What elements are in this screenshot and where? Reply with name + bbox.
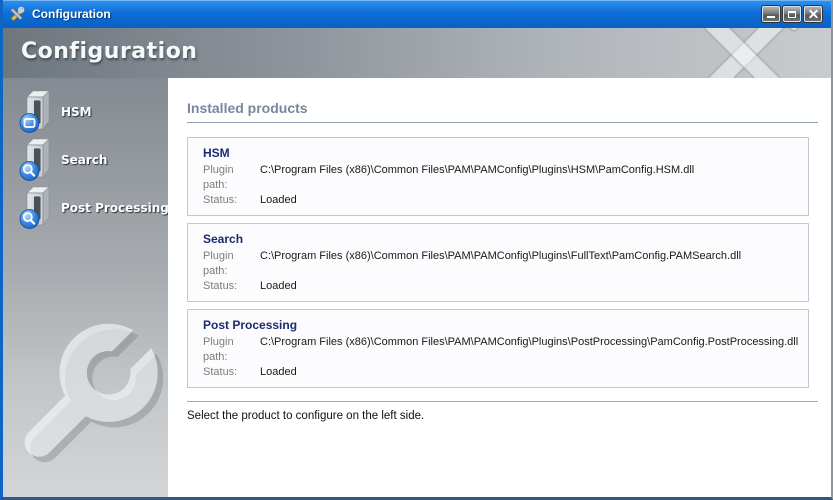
plugin-path-value: C:\Program Files (x86)\Common Files\PAM\…: [260, 335, 798, 365]
crossed-tools-watermark-icon: [669, 28, 819, 78]
window-title: Configuration: [32, 7, 111, 21]
titlebar[interactable]: Configuration: [3, 0, 831, 28]
heading-divider: [187, 122, 818, 123]
server-with-magnifier-badge-icon: [18, 186, 54, 230]
maximize-button[interactable]: [783, 6, 801, 22]
sidebar: HSM Search: [3, 78, 168, 497]
plugin-path-value: C:\Program Files (x86)\Common Files\PAM\…: [260, 163, 694, 193]
server-with-magnifier-badge-icon: [18, 138, 54, 182]
minimize-icon: [767, 16, 775, 18]
page-title: Configuration: [21, 39, 197, 64]
sidebar-item-search[interactable]: Search: [3, 136, 168, 184]
close-button[interactable]: [804, 6, 822, 22]
installed-products-heading: Installed products: [187, 100, 823, 116]
wrench-watermark-icon: [3, 311, 168, 497]
header-banner: Configuration: [3, 28, 831, 78]
plugin-path-value: C:\Program Files (x86)\Common Files\PAM\…: [260, 249, 741, 279]
sidebar-item-label: Search: [61, 153, 107, 167]
sidebar-item-hsm[interactable]: HSM: [3, 88, 168, 136]
plugin-path-label: Plugin path:: [203, 335, 260, 365]
footer-hint: Select the product to configure on the l…: [187, 410, 823, 422]
status-value: Loaded: [260, 365, 297, 380]
product-card-search: Search Plugin path: C:\Program Files (x8…: [187, 223, 809, 302]
sidebar-item-post-processing[interactable]: Post Processing: [3, 184, 168, 232]
crossed-tools-icon: [8, 6, 25, 23]
sidebar-item-label: HSM: [61, 105, 92, 119]
window-controls: [762, 6, 825, 22]
maximize-icon: [788, 11, 796, 18]
server-with-window-badge-icon: [18, 90, 54, 134]
product-name: Search: [203, 231, 798, 247]
status-label: Status:: [203, 365, 260, 380]
product-name: Post Processing: [203, 317, 798, 333]
status-label: Status:: [203, 279, 260, 294]
footer-divider: [187, 401, 818, 402]
close-icon: [808, 9, 818, 19]
sidebar-item-label: Post Processing: [61, 201, 168, 215]
status-label: Status:: [203, 193, 260, 208]
product-card-post-processing: Post Processing Plugin path: C:\Program …: [187, 309, 809, 388]
main-panel: Installed products HSM Plugin path: C:\P…: [168, 78, 831, 497]
status-value: Loaded: [260, 279, 297, 294]
window-body: HSM Search: [3, 78, 831, 497]
product-card-hsm: HSM Plugin path: C:\Program Files (x86)\…: [187, 137, 809, 216]
plugin-path-label: Plugin path:: [203, 249, 260, 279]
configuration-window: Configuration Configuration: [0, 0, 833, 500]
minimize-button[interactable]: [762, 6, 780, 22]
status-value: Loaded: [260, 193, 297, 208]
product-name: HSM: [203, 145, 798, 161]
plugin-path-label: Plugin path:: [203, 163, 260, 193]
